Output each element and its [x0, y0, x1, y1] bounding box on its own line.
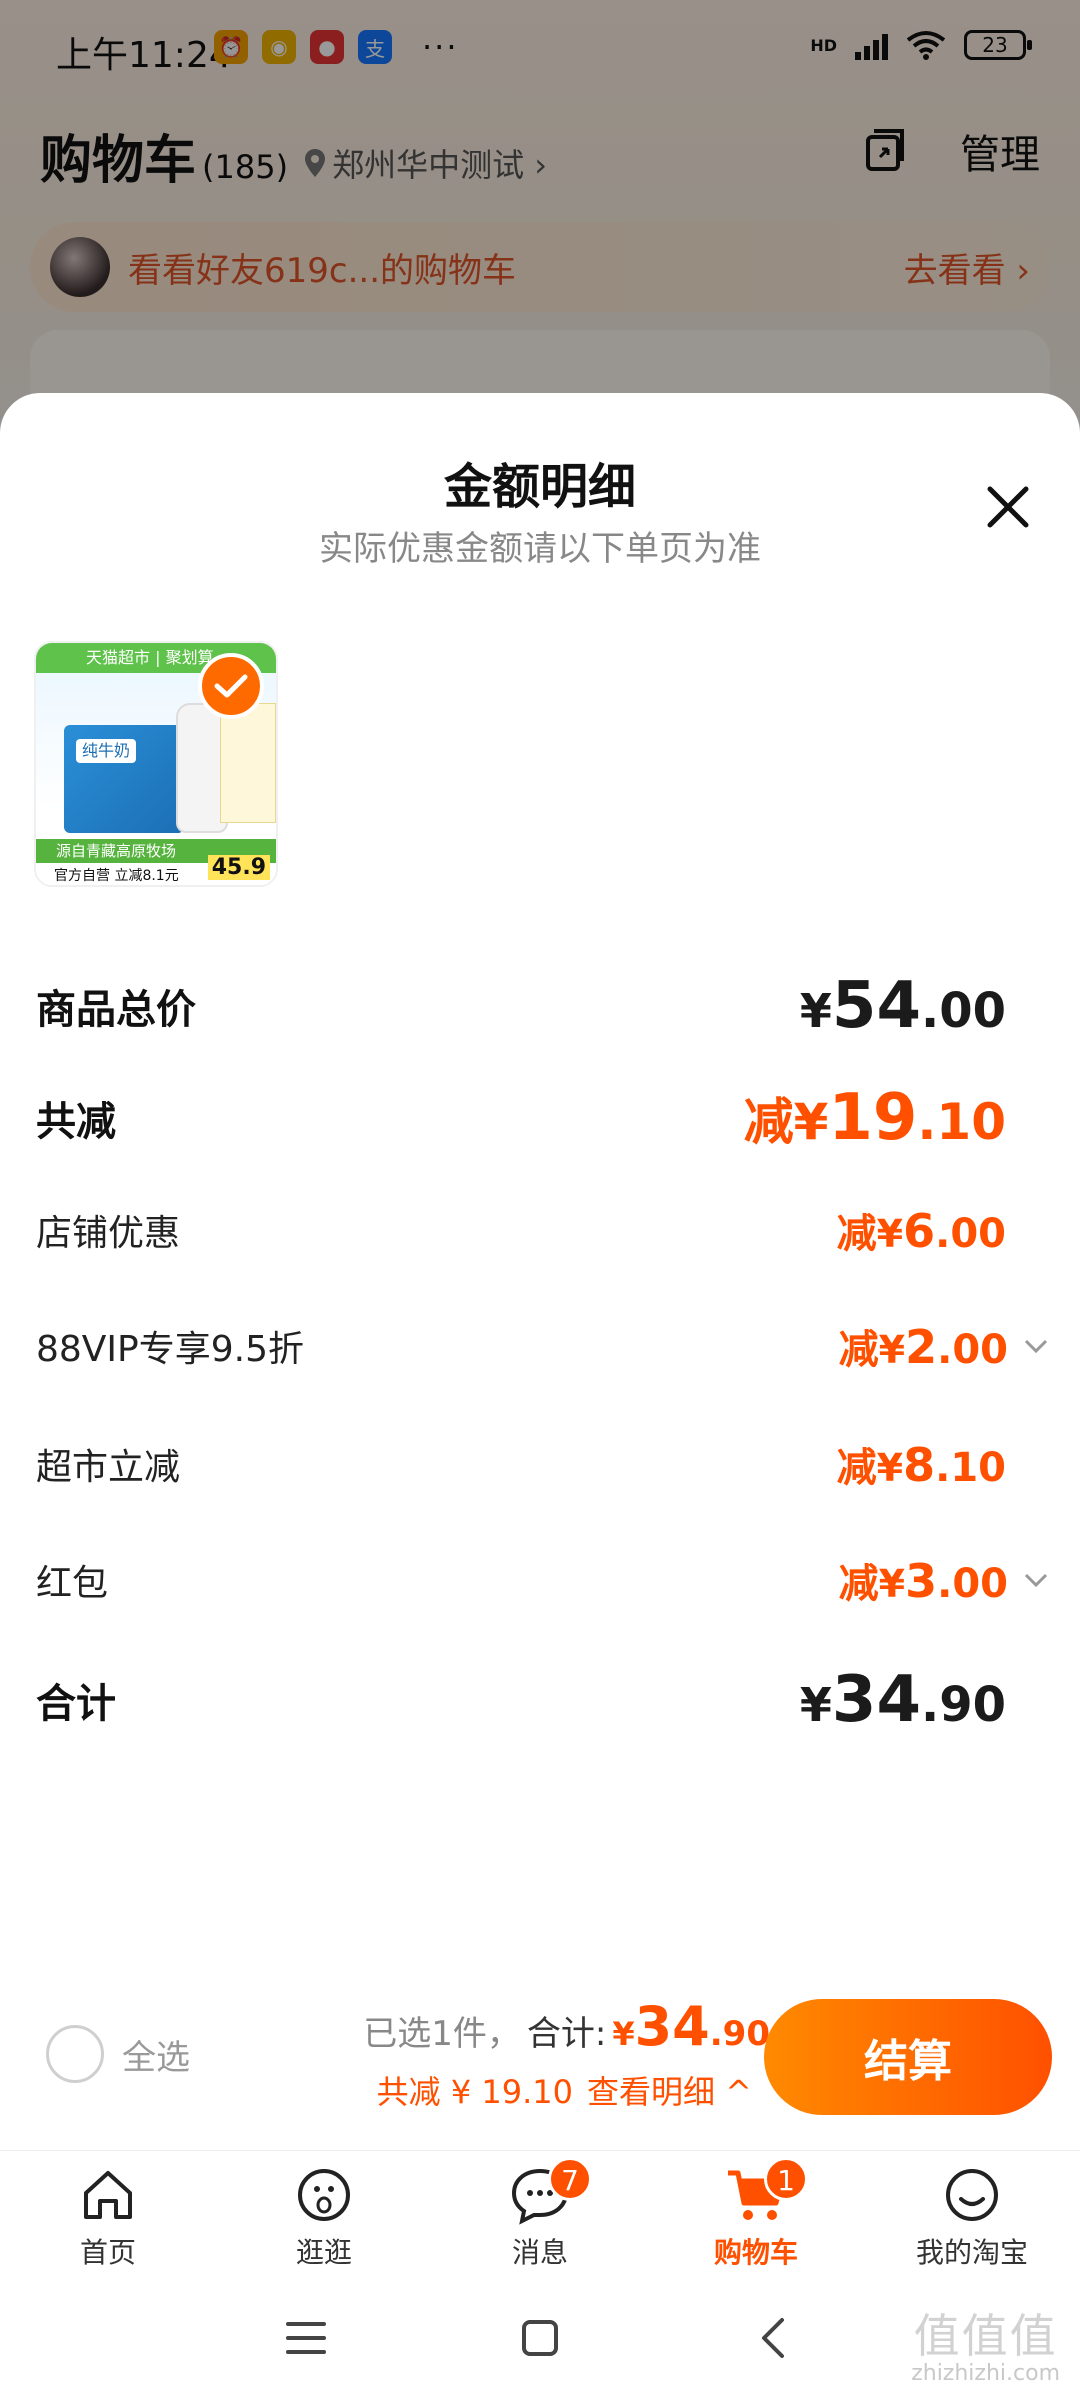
selected-count-text: 已选1件，: [363, 2014, 521, 2054]
discount-summary: 共减 ¥ 19.10 查看明细 ^: [377, 2067, 752, 2113]
system-nav-bar: 值值值 zhizhizhi.com: [0, 2274, 1080, 2400]
row-label: 合计: [36, 1681, 116, 1727]
select-all-label: 全选: [122, 2037, 190, 2078]
minus-prefix: 减: [838, 1327, 879, 1373]
amount-dec: .90: [709, 2014, 770, 2054]
amount-dec: .00: [937, 1561, 1008, 1607]
row-grand-total: 合计 ¥34.90: [36, 1663, 1006, 1737]
amount-int: 6: [903, 1204, 936, 1258]
menu-icon[interactable]: [276, 2308, 336, 2368]
yen-symbol: ¥: [799, 1678, 832, 1732]
view-detail-link[interactable]: 查看明细 ^: [587, 2067, 752, 2113]
row-label: 商品总价: [36, 987, 196, 1033]
bottom-tab-bar: 首页 逛逛 消息 7 购物车 1 我的淘宝: [0, 2150, 1080, 2274]
amount-dec: .10: [917, 1093, 1006, 1151]
yen-symbol: ¥: [876, 1212, 904, 1256]
tab-label: 消息: [511, 2236, 568, 2269]
select-all-toggle[interactable]: 全选: [46, 2025, 190, 2083]
tab-label: 我的淘宝: [915, 2236, 1028, 2269]
amount-int: 19: [828, 1081, 918, 1155]
thumbnail-promo-panel: [220, 703, 276, 823]
row-label: 88VIP专享9.5折: [36, 1329, 305, 1370]
sheet-title: 金额明细: [443, 459, 636, 515]
checkout-button[interactable]: 结算: [764, 1999, 1052, 2115]
row-88vip-discount[interactable]: 88VIP专享9.5折 减 ¥2.00: [36, 1317, 1050, 1375]
tab-cart[interactable]: 购物车 1: [648, 2151, 864, 2274]
row-red-packet[interactable]: 红包 减 ¥3.00: [36, 1551, 1050, 1609]
amount-int: 34: [831, 1663, 921, 1737]
back-icon[interactable]: [744, 2308, 804, 2368]
grand-total-amount: ¥34.90: [800, 1663, 1006, 1737]
selected-check-icon: [198, 653, 264, 719]
amount-dec: .00: [935, 1211, 1006, 1257]
total-label: 合计:: [526, 2014, 607, 2054]
red-packet-amount-wrap: 减 ¥3.00: [839, 1551, 1050, 1609]
amount-dec: .00: [920, 983, 1006, 1039]
red-packet-amount: 减 ¥3.00: [839, 1551, 1008, 1609]
tab-profile[interactable]: 我的淘宝: [864, 2151, 1080, 2274]
tab-messages[interactable]: 消息 7: [432, 2151, 648, 2274]
amount-int: 3: [905, 1554, 938, 1608]
vip-discount-amount: 减 ¥2.00: [839, 1317, 1008, 1375]
yen-symbol: ¥: [878, 1562, 906, 1606]
tab-home[interactable]: 首页: [0, 2151, 216, 2274]
close-icon[interactable]: [980, 479, 1036, 535]
minus-prefix: 减: [743, 1093, 794, 1151]
checkout-total-amount: ¥34.90: [612, 1995, 770, 2058]
discount-text: 共减 ¥ 19.10: [376, 2073, 573, 2111]
row-label: 红包: [36, 1563, 109, 1604]
yen-symbol: ¥: [878, 1328, 906, 1372]
watermark-logo: 值值值: [913, 2309, 1058, 2364]
profile-icon: [946, 2169, 998, 2221]
tab-label: 逛逛: [295, 2236, 352, 2269]
cart-badge: 1: [764, 2157, 808, 2201]
amount-int: 54: [831, 969, 921, 1043]
store-discount-amount: 减 ¥6.00: [837, 1201, 1006, 1259]
yen-symbol: ¥: [793, 1093, 829, 1151]
amount-int: 8: [903, 1438, 936, 1492]
total-discount-amount: 减 ¥19.10: [744, 1081, 1006, 1155]
watermark: 值值值 zhizhizhi.com: [911, 2311, 1060, 2386]
supermarket-discount-amount: 减 ¥8.10: [837, 1435, 1006, 1493]
checkout-bar: 全选 已选1件， 合计: ¥34.90 共减 ¥ 19.10 查看明细 ^ 结算: [0, 1965, 1080, 2150]
row-label: 共减: [36, 1099, 116, 1145]
amount-detail-sheet: 金额明细 实际优惠金额请以下单页为准 天猫超市 | 聚划算 纯牛奶 源自青藏高原…: [0, 393, 1080, 2150]
row-store-discount: 店铺优惠 减 ¥6.00: [36, 1201, 1006, 1259]
home-button-icon[interactable]: [510, 2308, 570, 2368]
chevron-down-icon[interactable]: [1022, 1566, 1050, 1594]
sheet-subtitle: 实际优惠金额请以下单页为准: [319, 529, 761, 569]
row-supermarket-discount: 超市立减 减 ¥8.10: [36, 1435, 1006, 1493]
home-icon: [84, 2171, 132, 2219]
yen-symbol: ¥: [799, 984, 832, 1038]
chevron-down-icon[interactable]: [1022, 1332, 1050, 1360]
thumbnail-price: 45.9: [207, 855, 270, 880]
message-badge: 7: [548, 2157, 592, 2201]
row-label: 超市立减: [36, 1447, 181, 1488]
minus-prefix: 减: [836, 1445, 877, 1491]
amount-int: 2: [905, 1320, 938, 1374]
amount-dec: .10: [935, 1445, 1006, 1491]
amount-dec: .00: [937, 1327, 1008, 1373]
amount-dec: .90: [920, 1677, 1006, 1733]
thumbnail-brand-label: 纯牛奶: [76, 739, 136, 763]
select-all-radio[interactable]: [46, 2025, 104, 2083]
vip-amount-wrap: 减 ¥2.00: [839, 1317, 1050, 1375]
minus-prefix: 减: [838, 1561, 879, 1607]
yen-symbol: ¥: [612, 2015, 635, 2053]
row-label: 店铺优惠: [36, 1213, 181, 1254]
tab-browse[interactable]: 逛逛: [216, 2151, 432, 2274]
browse-icon: [298, 2169, 350, 2221]
row-goods-total: 商品总价 ¥54.00: [36, 969, 1006, 1043]
checkout-summary: 已选1件， 合计: ¥34.90: [363, 1995, 770, 2058]
goods-total-amount: ¥54.00: [800, 969, 1006, 1043]
tab-label: 首页: [79, 2236, 136, 2269]
tab-label: 购物车: [713, 2236, 798, 2269]
row-total-discount: 共减 减 ¥19.10: [36, 1081, 1006, 1155]
yen-symbol: ¥: [876, 1446, 904, 1490]
amount-int: 34: [634, 1995, 710, 2058]
minus-prefix: 减: [836, 1211, 877, 1257]
watermark-url: zhizhizhi.com: [911, 2360, 1060, 2386]
